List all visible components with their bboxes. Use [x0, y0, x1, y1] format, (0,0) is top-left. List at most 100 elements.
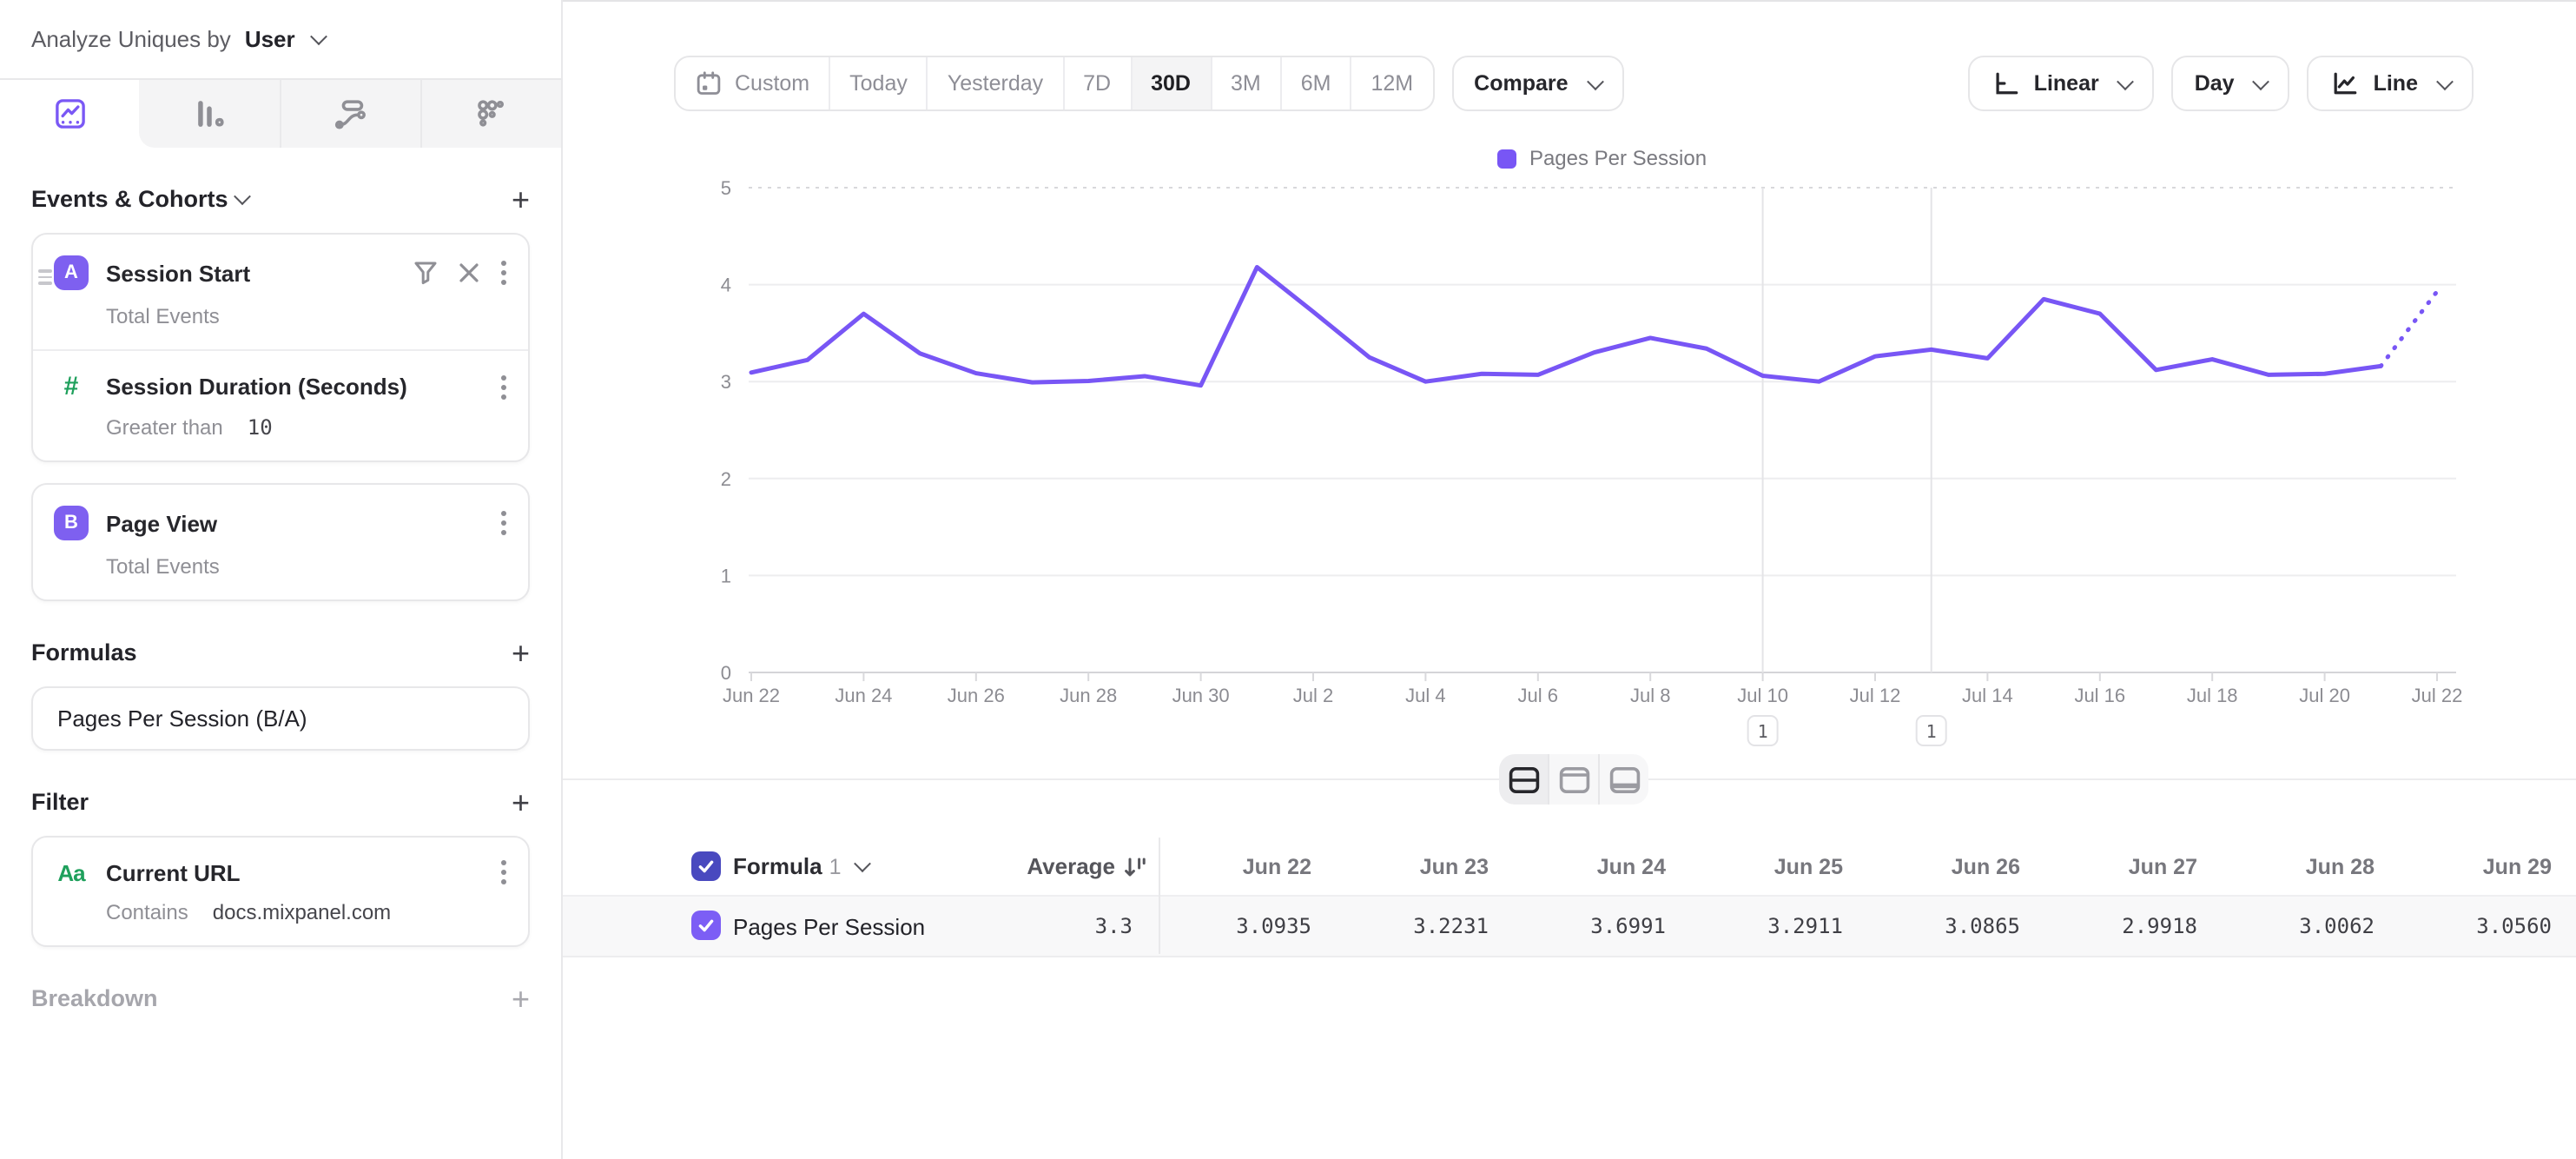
date-column-header[interactable]: Jun 23 [1336, 838, 1513, 895]
tab-flows[interactable] [279, 80, 420, 148]
layout-table-only-icon[interactable] [1598, 754, 1648, 805]
filter-section-title: Filter [31, 789, 89, 815]
y-axis-tick-label: 0 [721, 662, 731, 684]
table-cell-value: 3.2231 [1336, 897, 1513, 956]
x-axis-tick-label: Jul 12 [1850, 685, 1901, 706]
layout-chart-only-icon[interactable] [1548, 754, 1598, 805]
date-column-header[interactable]: Jun 22 [1159, 838, 1336, 895]
property-title[interactable]: Session Duration (Seconds) [106, 374, 407, 400]
formula-card[interactable]: Pages Per Session (B/A) [31, 686, 530, 751]
sort-desc-icon [1124, 854, 1146, 878]
date-column-header[interactable]: Jun 26 [1867, 838, 2044, 895]
y-axis-tick-label: 2 [721, 468, 731, 490]
event-row-page-view[interactable]: B Page View Total Events [33, 485, 528, 599]
x-axis-tick-label: Jun 30 [1172, 685, 1230, 706]
filter-row-current-url[interactable]: Aa Current URL Contains docs.mixpanel.co… [33, 838, 528, 945]
y-axis-tick-label: 3 [721, 371, 731, 393]
svg-text:1: 1 [1926, 721, 1937, 742]
y-axis-tick-label: 5 [721, 177, 731, 199]
flows-icon [332, 96, 368, 132]
x-axis-tick-label: Jul 10 [1737, 685, 1788, 706]
funnels-bars-icon [191, 96, 228, 132]
event-row-session-start[interactable]: A Session Start [33, 235, 528, 349]
x-axis-tick-label: Jul 20 [2299, 685, 2350, 706]
date-column-header[interactable]: Jun 27 [2044, 838, 2222, 895]
chevron-down-icon [234, 188, 252, 205]
add-formula-button[interactable]: + [512, 640, 530, 665]
filter-property-title[interactable]: Current URL [106, 859, 241, 885]
insights-report-page: Analyze Uniques by User [0, 0, 2576, 1159]
drag-handle-icon[interactable] [38, 266, 52, 288]
filter-operator[interactable]: Contains [106, 900, 188, 924]
analyze-label: Analyze Uniques by [31, 26, 231, 52]
kebab-menu-icon[interactable] [500, 373, 507, 401]
table-cell-value: 3.0865 [1867, 897, 2044, 956]
event-measurement[interactable]: Total Events [106, 554, 220, 579]
annotation-badge[interactable]: 1 [1748, 716, 1778, 745]
date-column-values: 3.09353.22313.69913.29113.08652.99183.00… [1159, 897, 2576, 956]
events-section-title[interactable]: Events & Cohorts [31, 186, 249, 212]
formula-column-header[interactable]: Formula 1 [733, 838, 869, 895]
event-title[interactable]: Page View [106, 510, 217, 536]
add-filter-button[interactable]: + [512, 790, 530, 814]
insights-line-chart-icon [51, 96, 88, 132]
kebab-menu-icon[interactable] [500, 259, 507, 287]
series-line-incomplete-segment [2381, 291, 2437, 366]
filter-operator[interactable]: Greater than [106, 415, 223, 440]
x-axis-tick-label: Jul 16 [2074, 685, 2125, 706]
date-column-header[interactable]: Jun 25 [1690, 838, 1867, 895]
date-column-headers: Jun 22Jun 23Jun 24Jun 25Jun 26Jun 27Jun … [1159, 838, 2576, 895]
event-measurement[interactable]: Total Events [106, 304, 220, 328]
retention-dots-icon [473, 96, 510, 132]
x-axis-tick-label: Jul 14 [1962, 685, 2013, 706]
filter-value[interactable]: 10 [248, 415, 273, 440]
add-event-button[interactable]: + [512, 187, 530, 211]
report-type-tabs [0, 80, 561, 148]
tab-retention[interactable] [420, 80, 562, 148]
date-column-header[interactable]: Jun 24 [1513, 838, 1690, 895]
table-header-row: Formula 1 Average Jun 22Jun 23Jun 24Jun … [563, 838, 2576, 895]
select-all-checkbox[interactable] [691, 851, 721, 881]
kebab-menu-icon[interactable] [500, 858, 507, 886]
x-axis-tick-label: Jul 8 [1630, 685, 1670, 706]
filter-card-current-url: Aa Current URL Contains docs.mixpanel.co… [31, 836, 530, 947]
analyze-by-dropdown[interactable]: User [245, 26, 295, 52]
numeric-property-icon: # [54, 372, 89, 401]
table-cell-value: 2.9918 [2044, 897, 2222, 956]
tab-funnels[interactable] [140, 80, 280, 148]
x-axis-tick-label: Jul 6 [1518, 685, 1558, 706]
kebab-menu-icon[interactable] [500, 509, 507, 537]
breakdown-section-header: Breakdown + [31, 985, 530, 1011]
event-title[interactable]: Session Start [106, 260, 250, 286]
x-axis-tick-label: Jun 28 [1060, 685, 1117, 706]
add-breakdown-button[interactable]: + [512, 986, 530, 1010]
query-builder-sidebar: Analyze Uniques by User [0, 0, 563, 1159]
close-icon[interactable] [459, 262, 479, 283]
formulas-section-title: Formulas [31, 639, 137, 666]
row-checkbox[interactable] [691, 911, 721, 940]
table-row-pages-per-session[interactable]: Pages Per Session 3.3 3.09353.22313.6991… [563, 895, 2576, 957]
filter-funnel-icon[interactable] [413, 261, 438, 285]
annotation-badge[interactable]: 1 [1917, 716, 1946, 745]
date-column-header[interactable]: Jun 28 [2222, 838, 2399, 895]
date-column-header[interactable]: Jun 29 [2399, 838, 2576, 895]
sidebar-content: Events & Cohorts + A Session Start [0, 186, 561, 1011]
tab-insights[interactable] [0, 80, 140, 148]
x-axis-tick-label: Jul 18 [2187, 685, 2238, 706]
table-cell-value: 3.0935 [1159, 897, 1336, 956]
x-axis-tick-label: Jun 22 [723, 685, 780, 706]
layout-split-icon[interactable] [1499, 754, 1548, 805]
event-badge-a: A [54, 255, 89, 290]
line-chart[interactable]: 01234511Jun 22Jun 24Jun 26Jun 28Jun 30Ju… [563, 0, 2576, 751]
string-property-icon: Aa [54, 859, 89, 885]
average-column-header[interactable]: Average [1027, 838, 1146, 895]
analyze-bar: Analyze Uniques by User [0, 0, 561, 80]
x-axis-tick-label: Jul 4 [1405, 685, 1445, 706]
event-card-page-view: B Page View Total Events [31, 483, 530, 601]
filter-value[interactable]: docs.mixpanel.com [213, 900, 391, 924]
property-filter-row-session-duration[interactable]: # Session Duration (Seconds) Greater tha… [33, 351, 528, 460]
chevron-down-icon [310, 28, 327, 45]
x-axis-tick-label: Jul 2 [1293, 685, 1333, 706]
breakdown-section-title: Breakdown [31, 985, 158, 1011]
results-table: Formula 1 Average Jun 22Jun 23Jun 24Jun … [563, 838, 2576, 957]
